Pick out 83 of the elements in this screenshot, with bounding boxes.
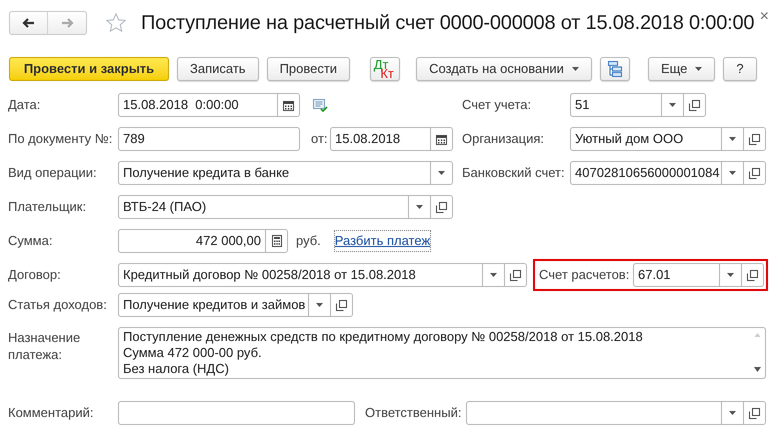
open-button[interactable] (504, 264, 526, 286)
open-icon (749, 408, 760, 418)
post-and-close-button[interactable]: Провести и закрыть (9, 57, 169, 81)
calculator-button[interactable] (265, 230, 287, 252)
open-button[interactable] (743, 162, 765, 184)
toolbar-button[interactable]: Записать (177, 57, 259, 81)
open-button[interactable] (683, 94, 705, 116)
structure-button[interactable] (600, 57, 630, 81)
input-field[interactable]: Кредитный договор № 00258/2018 от 15.08.2018 (118, 263, 527, 287)
dropdown-icon (438, 171, 445, 175)
field-label: Счет учета: (462, 96, 532, 114)
field-label: Комментарий: (8, 404, 94, 422)
dropdown-icon (416, 205, 423, 209)
input-field[interactable] (118, 401, 355, 425)
field-label: Организация: (462, 130, 544, 148)
calendar-icon (283, 100, 294, 110)
arrow-icon (60, 18, 74, 28)
open-icon (747, 270, 758, 280)
field-label: Статья доходов: (8, 296, 107, 314)
arrow-icon (22, 18, 36, 28)
open-button[interactable] (743, 128, 765, 150)
calendar-button[interactable] (277, 94, 299, 116)
dropdown-icon (727, 273, 734, 277)
input-field[interactable]: 15.08.2018 0:00:00 (118, 93, 300, 117)
split-payment-link[interactable]: Разбить платеж (334, 231, 430, 251)
open-icon (436, 202, 447, 212)
field-label: Дата: (8, 96, 40, 114)
input-field[interactable] (466, 401, 766, 425)
field-label: Плательщик: (8, 198, 86, 216)
open-icon (749, 134, 760, 144)
calculator-icon (272, 235, 282, 247)
dropdown-icon (490, 273, 497, 277)
open-icon (749, 168, 760, 178)
input-field[interactable]: 472 000,00 (118, 229, 288, 253)
dropdown-icon (316, 303, 323, 307)
message-check-icon[interactable] (313, 98, 328, 112)
currency-label: руб. (296, 232, 321, 250)
dropdown-icon (729, 137, 736, 141)
input-field[interactable]: 51 (570, 93, 706, 117)
field-label: Банковский счет: (462, 164, 565, 182)
calendar-button[interactable] (430, 128, 452, 150)
hierarchy-icon (608, 61, 622, 77)
input-field[interactable]: 40702810656000001084 (570, 161, 766, 185)
memo-line: Поступление денежных средств по кредитному договору № 00258/2018 от 15.08.2018 (123, 329, 644, 345)
window-title: Поступление на расчетный счет 0000-000008 от 15.08.2018 0:00:00 (141, 10, 754, 36)
field-label: Вид операции: (8, 164, 97, 182)
field-label: Назначение платежа: (8, 329, 82, 363)
open-icon (510, 270, 521, 280)
field-label: Договор: (8, 266, 61, 284)
dropdown-button[interactable] (430, 162, 452, 184)
dropdown-icon (695, 67, 702, 71)
dropdown-icon (572, 67, 579, 71)
toolbar-button[interactable]: ? (723, 57, 757, 81)
input-field[interactable]: 789 (118, 127, 300, 151)
open-button[interactable] (330, 294, 352, 316)
open-icon (336, 300, 347, 310)
dropdown-icon (729, 411, 736, 415)
field-label: По документу №: (8, 130, 112, 148)
input-field[interactable]: Получение кредита в банке (118, 161, 453, 185)
memo-line: Сумма 472 000-00 руб. (123, 345, 263, 361)
input-field[interactable]: Уютный дом ООО (570, 127, 766, 151)
close-button[interactable]: × (760, 8, 769, 24)
menu-button[interactable]: Создать на основании (416, 57, 592, 81)
memo-field[interactable]: Поступление денежных средств по кредитному договору № 00258/2018 от 15.08.2018 Сумма 472 000-00 руб. Без налога (НДС) (118, 327, 766, 379)
toolbar-button[interactable]: Провести (266, 57, 350, 81)
menu-button[interactable]: Еще (648, 57, 716, 81)
field-label: Сумма: (8, 232, 52, 250)
dropdown-icon (729, 171, 736, 175)
input-field[interactable]: ВТБ-24 (ПАО) (118, 195, 453, 219)
memo-line: Без налога (НДС) (123, 361, 230, 377)
open-button[interactable] (430, 196, 452, 218)
field-label: от: (311, 130, 328, 148)
open-icon (689, 100, 700, 110)
calendar-icon (436, 134, 447, 144)
star-icon[interactable] (105, 12, 127, 34)
input-field[interactable]: 15.08.2018 (330, 127, 453, 151)
field-label: Ответственный: (365, 404, 462, 422)
input-field[interactable]: 67.01 (633, 263, 764, 287)
open-button[interactable] (743, 402, 765, 424)
input-field[interactable]: Получение кредитов и займов (118, 293, 353, 317)
dropdown-icon (669, 103, 676, 107)
field-label: Счет расчетов: (539, 266, 630, 284)
open-button[interactable] (741, 264, 763, 286)
